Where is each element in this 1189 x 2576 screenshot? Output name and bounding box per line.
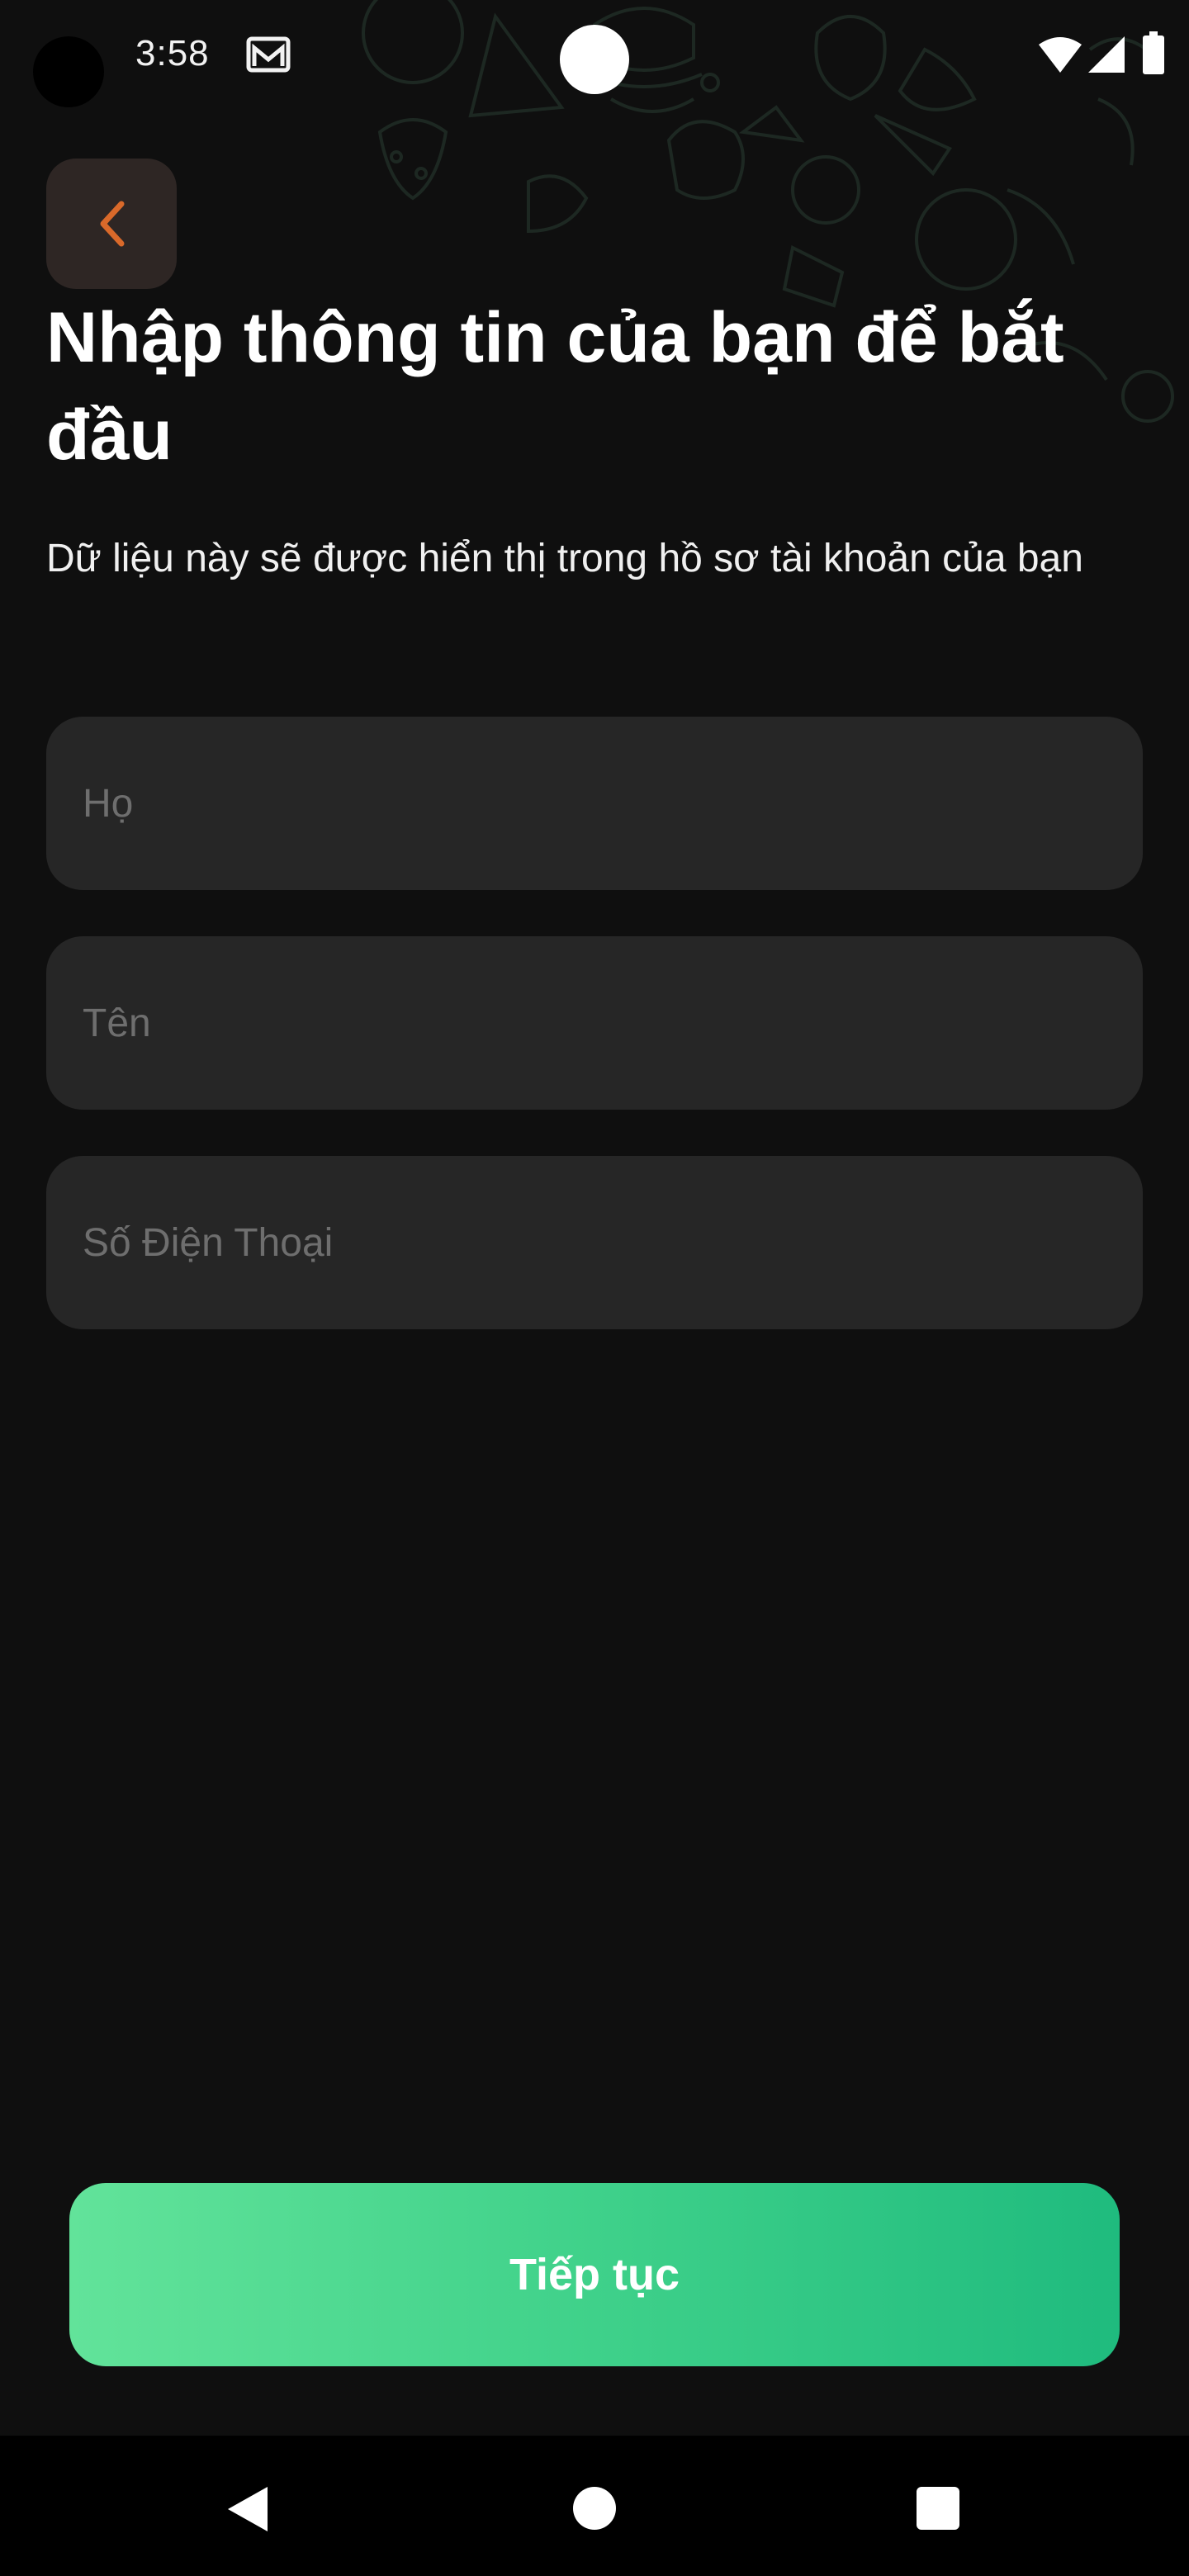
status-time: 3:58 bbox=[135, 33, 210, 73]
gmail-icon bbox=[246, 36, 291, 73]
back-triangle-icon[interactable] bbox=[225, 2485, 271, 2533]
first-name-field[interactable] bbox=[46, 936, 1143, 1110]
page-subtitle: Dữ liệu này sẽ được hiển thị trong hồ sơ… bbox=[46, 537, 1083, 580]
system-nav-bar bbox=[0, 2436, 1189, 2576]
signal-icon bbox=[1088, 36, 1125, 73]
chevron-left-icon bbox=[100, 201, 125, 247]
phone-number-input[interactable] bbox=[46, 1156, 1143, 1329]
home-circle-icon[interactable] bbox=[573, 2487, 616, 2530]
last-name-input[interactable] bbox=[46, 717, 1143, 890]
first-name-input[interactable] bbox=[46, 936, 1143, 1110]
recents-square-icon[interactable] bbox=[917, 2487, 959, 2530]
status-bar: 3:58 bbox=[0, 0, 1189, 116]
camera-dot bbox=[560, 25, 629, 94]
page-title: Nhập thông tin của bạn để bắt đầu bbox=[46, 298, 1064, 475]
wifi-icon bbox=[1039, 37, 1082, 73]
last-name-field[interactable] bbox=[46, 717, 1143, 890]
phone-number-field[interactable] bbox=[46, 1156, 1143, 1329]
camera-hole bbox=[33, 36, 104, 107]
back-button[interactable] bbox=[46, 159, 177, 289]
continue-button[interactable]: Tiếp tục bbox=[69, 2183, 1120, 2366]
signup-screen: 3:58 Nhập thông tin của bạn để bắt đầu D… bbox=[0, 0, 1189, 2576]
battery-icon bbox=[1143, 31, 1164, 74]
